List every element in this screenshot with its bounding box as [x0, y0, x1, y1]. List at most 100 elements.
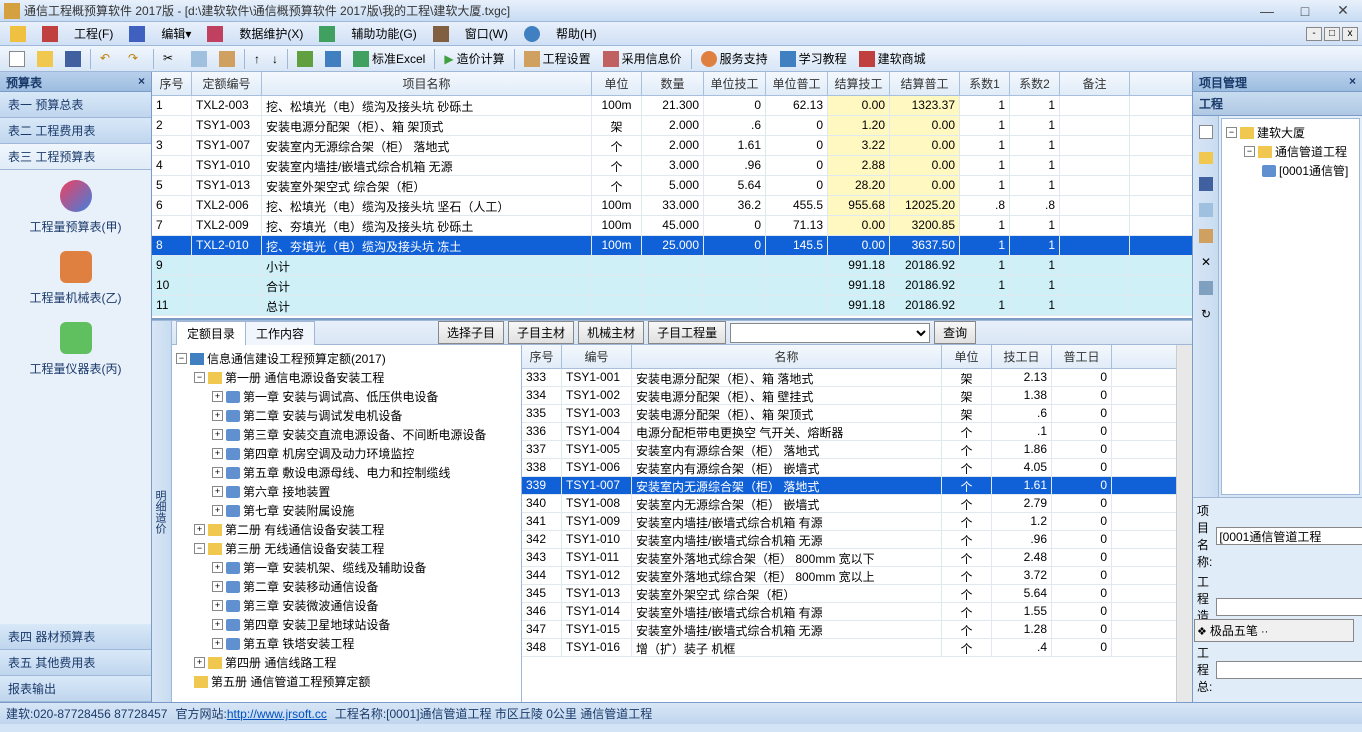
tb-redo[interactable]: ↷ — [123, 48, 149, 70]
tree-node[interactable]: +第五章 敷设电源母线、电力和控制缆线 — [176, 463, 517, 482]
tb-export[interactable] — [320, 48, 346, 70]
nav-label-3[interactable]: 工程量仪器表(丙) — [30, 360, 122, 377]
expand-icon[interactable]: + — [212, 486, 223, 497]
list-row[interactable]: 342TSY1-010安装室内墙挂/嵌墙式综合机箱 无源个.960 — [522, 531, 1176, 549]
list-row[interactable]: 333TSY1-001安装电源分配架（柜）、箱 落地式架2.130 — [522, 369, 1176, 387]
col-header[interactable]: 系数2 — [1010, 72, 1060, 95]
tree-node[interactable]: +第六章 接地装置 — [176, 482, 517, 501]
menu-window-icon[interactable] — [427, 24, 455, 44]
list-row[interactable]: 346TSY1-014安装室外墙挂/嵌墙式综合机箱 有源个1.550 — [522, 603, 1176, 621]
tb-up[interactable]: ↑ — [249, 49, 265, 69]
list-body[interactable]: 333TSY1-001安装电源分配架（柜）、箱 落地式架2.130334TSY1… — [522, 369, 1176, 702]
tree-node[interactable]: +第七章 安装附属设施 — [176, 501, 517, 520]
expand-icon[interactable]: − — [1244, 146, 1255, 157]
pie-icon[interactable] — [60, 180, 92, 212]
menu-edit-icon[interactable] — [123, 24, 151, 44]
tree-node[interactable]: +第一章 安装机架、缆线及辅助设备 — [176, 558, 517, 577]
close-button[interactable]: ✕ — [1328, 2, 1358, 20]
col-header[interactable]: 序号 — [522, 345, 562, 368]
col-header[interactable]: 技工日 — [992, 345, 1052, 368]
nav-label-2[interactable]: 工程量机械表(乙) — [30, 289, 122, 306]
col-header[interactable]: 名称 — [632, 345, 942, 368]
table-row[interactable]: 7TXL2-009挖、夯填光（电）缆沟及接头坑 砂砾土100m45.000071… — [152, 216, 1192, 236]
tree-node[interactable]: +第四章 安装卫星地球站设备 — [176, 615, 517, 634]
rt-open[interactable] — [1196, 148, 1216, 168]
tree-node[interactable]: +第四章 机房空调及动力环境监控 — [176, 444, 517, 463]
tb-open[interactable] — [32, 48, 58, 70]
nav-table1[interactable]: 表一 预算总表 — [0, 92, 151, 118]
rt-delete[interactable]: ✕ — [1196, 252, 1216, 272]
ime-indicator[interactable]: ❖ 极品五笔 ·· — [1194, 619, 1354, 642]
col-header[interactable]: 结算技工 — [828, 72, 890, 95]
list-row[interactable]: 345TSY1-013安装室外架空式 综合架（柜）个5.640 — [522, 585, 1176, 603]
minimize-button[interactable]: — — [1252, 2, 1282, 20]
list-row[interactable]: 348TSY1-016增（扩）装子 机框个.40 — [522, 639, 1176, 657]
expand-icon[interactable]: + — [212, 467, 223, 478]
list-row[interactable]: 335TSY1-003安装电源分配架（柜）、箱 架顶式架.60 — [522, 405, 1176, 423]
tb-calc[interactable]: ▶造价计算 — [439, 47, 509, 70]
list-row[interactable]: 338TSY1-006安装室内有源综合架（柜） 嵌墙式个4.050 — [522, 459, 1176, 477]
tab-work-content[interactable]: 工作内容 — [245, 321, 315, 345]
rt-new[interactable] — [1196, 122, 1216, 142]
col-header[interactable]: 结算普工 — [890, 72, 960, 95]
list-row[interactable]: 347TSY1-015安装室外墙挂/嵌墙式综合机箱 无源个1.280 — [522, 621, 1176, 639]
expand-icon[interactable]: + — [194, 657, 205, 668]
expand-icon[interactable]: + — [212, 505, 223, 516]
tree-node[interactable]: +第二册 有线通信设备安装工程 — [176, 520, 517, 539]
project-tree[interactable]: −建软大厦 −通信管道工程 [0001通信管] — [1221, 118, 1360, 495]
menu-new[interactable] — [4, 24, 32, 44]
col-header[interactable]: 系数1 — [960, 72, 1010, 95]
rt-props[interactable] — [1196, 278, 1216, 298]
table-row[interactable]: 11总计991.1820186.9211 — [152, 296, 1192, 316]
tb-cut[interactable]: ✂ — [158, 48, 184, 70]
col-header[interactable]: 序号 — [152, 72, 192, 95]
proj-child1[interactable]: −通信管道工程 — [1226, 142, 1355, 161]
tab-quota-dir[interactable]: 定额目录 — [176, 321, 246, 345]
col-header[interactable]: 单位 — [592, 72, 642, 95]
expand-icon[interactable]: + — [212, 581, 223, 592]
quota-tree[interactable]: −信息通信建设工程预算定额(2017)−第一册 通信电源设备安装工程 +第一章 安… — [172, 345, 522, 702]
tb-tutorial[interactable]: 学习教程 — [775, 47, 852, 70]
tree-node[interactable]: −信息通信建设工程预算定额(2017) — [176, 349, 517, 368]
expand-icon[interactable]: + — [212, 600, 223, 611]
mdi-min[interactable]: - — [1306, 27, 1322, 41]
nav-report[interactable]: 报表输出 — [0, 676, 151, 702]
tb-copy[interactable] — [186, 48, 212, 70]
expand-icon[interactable]: + — [194, 524, 205, 535]
tree-node[interactable]: −第一册 通信电源设备安装工程 — [176, 368, 517, 387]
menu-open[interactable] — [36, 24, 64, 44]
rt-copy[interactable] — [1196, 200, 1216, 220]
nav-table2[interactable]: 表二 工程费用表 — [0, 118, 151, 144]
instrument-icon[interactable] — [60, 322, 92, 354]
prop-name-input[interactable] — [1216, 527, 1362, 545]
rt-paste[interactable] — [1196, 226, 1216, 246]
btn-machine-material[interactable]: 机械主材 — [578, 321, 644, 344]
btn-item-qty[interactable]: 子目工程量 — [648, 321, 726, 344]
tb-support[interactable]: 服务支持 — [696, 47, 773, 70]
btn-item-material[interactable]: 子目主材 — [508, 321, 574, 344]
tree-node[interactable]: −第三册 无线通信设备安装工程 — [176, 539, 517, 558]
menu-edit[interactable]: 编辑▾ — [155, 23, 197, 44]
col-header[interactable]: 备注 — [1060, 72, 1130, 95]
tb-import[interactable] — [292, 48, 318, 70]
mdi-max[interactable]: □ — [1324, 27, 1340, 41]
list-row[interactable]: 341TSY1-009安装室内墙挂/嵌墙式综合机箱 有源个1.20 — [522, 513, 1176, 531]
col-header[interactable]: 编号 — [562, 345, 632, 368]
list-row[interactable]: 339TSY1-007安装室内无源综合架（柜） 落地式个1.610 — [522, 477, 1176, 495]
list-row[interactable]: 343TSY1-011安装室外落地式综合架（柜） 800mm 宽以下个2.480 — [522, 549, 1176, 567]
tb-down[interactable]: ↓ — [267, 49, 283, 69]
expand-icon[interactable]: − — [176, 353, 187, 364]
prop-total-input[interactable] — [1216, 661, 1362, 679]
scrollbar[interactable] — [1176, 345, 1192, 702]
col-header[interactable]: 项目名称 — [262, 72, 592, 95]
menu-aux-icon[interactable] — [313, 24, 341, 44]
table-row[interactable]: 10合计991.1820186.9211 — [152, 276, 1192, 296]
tree-node[interactable]: +第三章 安装交直流电源设备、不间断电源设备 — [176, 425, 517, 444]
tree-node[interactable]: +第四册 通信线路工程 — [176, 653, 517, 672]
table-row[interactable]: 9小计991.1820186.9211 — [152, 256, 1192, 276]
menu-help-icon[interactable] — [518, 24, 546, 44]
tb-adopt[interactable]: 采用信息价 — [598, 47, 687, 70]
table-row[interactable]: 3TSY1-007安装室内无源综合架（柜） 落地式个2.0001.6103.22… — [152, 136, 1192, 156]
tb-undo[interactable]: ↶ — [95, 48, 121, 70]
btn-query[interactable]: 查询 — [934, 321, 976, 344]
